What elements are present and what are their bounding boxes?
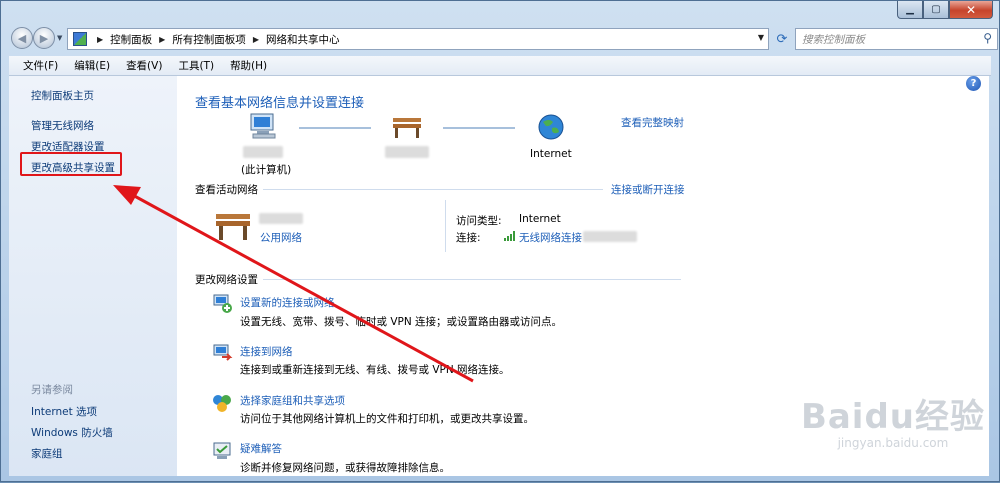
network-name-redacted	[385, 146, 429, 158]
chevron-right-icon[interactable]: ▶	[253, 35, 259, 44]
connect-network-icon	[213, 344, 233, 361]
caption-buttons: ▁ ▢ ✕	[897, 1, 993, 19]
page-title: 查看基本网络信息并设置连接	[195, 96, 365, 111]
homegroup-icon	[213, 395, 231, 412]
network-type-link[interactable]: 公用网络	[260, 230, 302, 245]
watermark-main: Baidu经验	[800, 397, 985, 437]
full-map-link[interactable]: 查看完整映射	[621, 115, 684, 130]
computer-name-redacted	[243, 146, 283, 158]
sidebar-item-manage-wireless[interactable]: 管理无线网络	[31, 118, 94, 133]
address-dropdown-icon[interactable]: ▼	[758, 33, 764, 42]
task-setup-connection-desc: 设置无线、宽带、拨号、临时或 VPN 连接；或设置路由器或访问点。	[240, 316, 563, 328]
sidebar-item-internet-options[interactable]: Internet 选项	[31, 404, 97, 419]
menu-help[interactable]: 帮助(H)	[222, 58, 275, 73]
address-bar[interactable]: ▶ 控制面板 ▶ 所有控制面板项 ▶ 网络和共享中心 ▼	[67, 28, 769, 50]
search-placeholder: 搜索控制面板	[802, 33, 865, 46]
active-networks-heading: 查看活动网络	[195, 184, 258, 196]
see-also-heading: 另请参阅	[31, 384, 73, 396]
maximize-icon[interactable]: ▢	[923, 1, 949, 19]
globe-icon	[538, 114, 564, 140]
menu-edit[interactable]: 编辑(E)	[66, 58, 118, 73]
address-row: ◀ ▶ ▼ ▶ 控制面板 ▶ 所有控制面板项 ▶ 网络和共享中心 ▼ ⟳ 搜索控…	[9, 25, 998, 53]
search-icon[interactable]: ⚲	[983, 31, 992, 45]
task-connect-network-link[interactable]: 连接到网络	[240, 344, 293, 359]
control-panel-window: ▁ ▢ ✕ ◀ ▶ ▼ ▶ 控制面板 ▶ 所有控制面板项 ▶ 网络和共享中心 ▼…	[0, 0, 1000, 482]
task-troubleshoot-desc: 诊断并修复网络问题，或获得故障排除信息。	[240, 462, 450, 474]
map-connection-line	[443, 127, 515, 129]
change-settings-heading: 更改网络设置	[195, 274, 258, 286]
help-icon[interactable]: ?	[966, 76, 981, 91]
menu-bar: 文件(F) 编辑(E) 查看(V) 工具(T) 帮助(H)	[9, 56, 991, 76]
bench-icon	[216, 214, 250, 240]
internet-label: Internet	[530, 148, 572, 160]
connect-disconnect-link[interactable]: 连接或断开连接	[611, 182, 685, 197]
active-network-name-redacted	[259, 213, 303, 224]
watermark-sub: jingyan.baidu.com	[837, 436, 949, 450]
menu-view[interactable]: 查看(V)	[118, 58, 170, 73]
control-panel-icon	[73, 32, 87, 46]
chevron-right-icon[interactable]: ▶	[97, 35, 103, 44]
sidebar-home-link[interactable]: 控制面板主页	[31, 88, 94, 103]
breadcrumb-all-items[interactable]: 所有控制面板项	[172, 32, 246, 47]
chevron-right-icon[interactable]: ▶	[159, 35, 165, 44]
breadcrumb-control-panel[interactable]: 控制面板	[110, 32, 152, 47]
close-icon[interactable]: ✕	[949, 1, 993, 19]
divider	[445, 200, 446, 252]
recent-pages-dropdown-icon[interactable]: ▼	[57, 34, 62, 42]
refresh-icon[interactable]: ⟳	[773, 30, 791, 48]
task-homegroup-desc: 访问位于其他网络计算机上的文件和打印机，或更改共享设置。	[240, 413, 534, 425]
task-troubleshoot-link[interactable]: 疑难解答	[240, 441, 282, 456]
access-type-value: Internet	[519, 213, 561, 225]
sidebar-item-advanced-sharing[interactable]: 更改高级共享设置	[31, 160, 115, 175]
computer-icon	[250, 113, 276, 139]
wireless-connection-link[interactable]: 无线网络连接	[519, 230, 582, 245]
divider	[263, 279, 681, 280]
bench-icon	[393, 118, 421, 138]
back-button[interactable]: ◀	[11, 27, 33, 49]
minimize-icon[interactable]: ▁	[897, 1, 923, 19]
task-setup-connection-link[interactable]: 设置新的连接或网络	[240, 295, 335, 310]
search-input[interactable]: 搜索控制面板 ⚲	[795, 28, 998, 50]
connection-label: 连接:	[456, 232, 481, 244]
new-connection-icon	[213, 294, 232, 313]
ssid-redacted	[583, 231, 637, 242]
breadcrumb-network-center[interactable]: 网络和共享中心	[266, 32, 340, 47]
task-connect-network-desc: 连接到或重新连接到无线、有线、拨号或 VPN 网络连接。	[240, 364, 510, 376]
menu-file[interactable]: 文件(F)	[15, 58, 66, 73]
troubleshoot-icon	[213, 442, 231, 459]
menu-tools[interactable]: 工具(T)	[170, 58, 222, 73]
breadcrumb: ▶ 控制面板 ▶ 所有控制面板项 ▶ 网络和共享中心	[90, 32, 339, 47]
sidebar-item-homegroup[interactable]: 家庭组	[31, 446, 63, 461]
sidebar: 控制面板主页 管理无线网络 更改适配器设置 更改高级共享设置 另请参阅 Inte…	[9, 76, 177, 476]
sidebar-item-windows-firewall[interactable]: Windows 防火墙	[31, 425, 113, 440]
task-homegroup-link[interactable]: 选择家庭组和共享选项	[240, 393, 345, 408]
map-connection-line	[299, 127, 371, 129]
computer-label: (此计算机)	[241, 164, 292, 176]
forward-button[interactable]: ▶	[33, 27, 55, 49]
baidu-watermark: Baidu经验 jingyan.baidu.com	[801, 389, 985, 450]
wifi-signal-icon	[504, 231, 515, 241]
access-type-label: 访问类型:	[456, 215, 502, 227]
divider	[263, 189, 603, 190]
